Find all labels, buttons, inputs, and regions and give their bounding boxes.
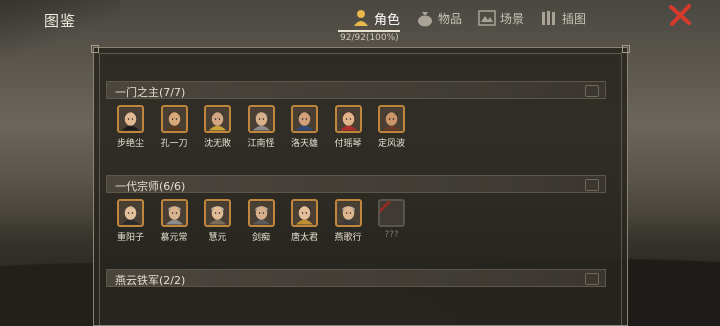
illustration-icon [540, 9, 558, 27]
character-name: 沈无敗 [203, 139, 231, 149]
character-name: ??? [384, 230, 399, 240]
character-card[interactable]: 沈无敗 [203, 105, 232, 149]
character-card[interactable]: 孔一刀 [160, 105, 189, 149]
character-card[interactable]: 唐太君 [290, 199, 319, 243]
panel-corner [91, 45, 99, 53]
character-name: 步绝尘 [116, 139, 144, 149]
character-name: 燕歌行 [334, 233, 362, 243]
collapse-icon [585, 85, 599, 97]
character-name: 慧元 [208, 233, 227, 243]
locked-portrait [378, 199, 405, 227]
character-card[interactable]: 慕元常 [160, 199, 189, 243]
character-card[interactable]: 付瑶琴 [334, 105, 363, 149]
tab-label: 场景 [500, 11, 525, 26]
character-name: 唐太君 [290, 233, 318, 243]
character-card[interactable]: 定风波 [377, 105, 406, 149]
section-title: 一代宗师(6/6) [115, 180, 186, 193]
character-name: 重阳子 [116, 233, 144, 243]
character-portrait [378, 105, 405, 133]
character-card[interactable]: 江南怪 [247, 105, 276, 149]
character-portrait [117, 105, 144, 133]
section-header-sect-leaders[interactable]: 一门之主(7/7) [106, 81, 606, 99]
section-title: 一门之主(7/7) [115, 86, 186, 99]
character-portrait [291, 105, 318, 133]
collection-progress: 92/92(100%) [340, 33, 399, 43]
character-name: 剑痴 [251, 233, 270, 243]
tab-characters[interactable]: 角色 [344, 6, 408, 30]
character-row: 步绝尘 孔一刀 沈无敗 江南怪 洛天雄 付瑶琴 定风波 [116, 105, 421, 149]
tab-scenes[interactable]: 场景 [470, 6, 532, 30]
close-icon [669, 4, 691, 26]
character-portrait [334, 199, 362, 227]
character-card[interactable]: 重阳子 [116, 199, 145, 243]
bag-icon [416, 9, 434, 27]
character-portrait [160, 105, 188, 133]
collapse-icon [585, 179, 599, 191]
scene-icon [478, 9, 496, 27]
character-card[interactable]: 洛天雄 [290, 105, 319, 149]
tab-bar: 角色 物品 场景 插图 [344, 6, 594, 30]
lock-ribbon-icon [380, 201, 392, 213]
character-name: 洛天雄 [290, 139, 318, 149]
character-portrait [334, 105, 362, 133]
character-name: 付瑶琴 [334, 139, 362, 149]
character-portrait [204, 199, 231, 227]
codex-panel: 一门之主(7/7) 步绝尘 孔一刀 沈无敗 江南怪 洛天雄 付瑶琴 定风波 一代宗师(6/6… [91, 45, 630, 326]
section-header-yanyun-army[interactable]: 燕云铁军(2/2) [106, 269, 606, 287]
character-portrait [204, 105, 231, 133]
section-title: 燕云铁军(2/2) [115, 274, 186, 287]
character-portrait [247, 105, 275, 133]
character-portrait [117, 199, 144, 227]
close-button[interactable] [668, 3, 692, 27]
character-name: 江南怪 [247, 139, 275, 149]
character-name: 慕元常 [160, 233, 188, 243]
tab-illustrations[interactable]: 插图 [532, 6, 594, 30]
tab-items[interactable]: 物品 [408, 6, 470, 30]
character-portrait [247, 199, 275, 227]
person-icon [352, 9, 370, 27]
tab-label: 角色 [374, 12, 401, 28]
active-tab-underline [338, 30, 400, 32]
page-title: 图鉴 [44, 12, 77, 30]
character-card[interactable]: 剑痴 [247, 199, 276, 243]
tab-label: 插图 [562, 11, 587, 26]
character-portrait [291, 199, 318, 227]
tab-label: 物品 [438, 11, 463, 26]
section-header-grandmasters[interactable]: 一代宗师(6/6) [106, 175, 606, 193]
character-portrait [160, 199, 188, 227]
character-card[interactable]: 慧元 [203, 199, 232, 243]
character-card[interactable]: 步绝尘 [116, 105, 145, 149]
character-card[interactable]: 燕歌行 [334, 199, 363, 243]
character-card[interactable]: ??? [377, 199, 406, 243]
collapse-icon [585, 273, 599, 285]
panel-corner [622, 45, 630, 53]
character-name: 定风波 [377, 139, 405, 149]
character-name: 孔一刀 [160, 139, 188, 149]
character-row: 重阳子 慕元常 慧元 剑痴 唐太君 燕歌行??? [116, 199, 421, 243]
